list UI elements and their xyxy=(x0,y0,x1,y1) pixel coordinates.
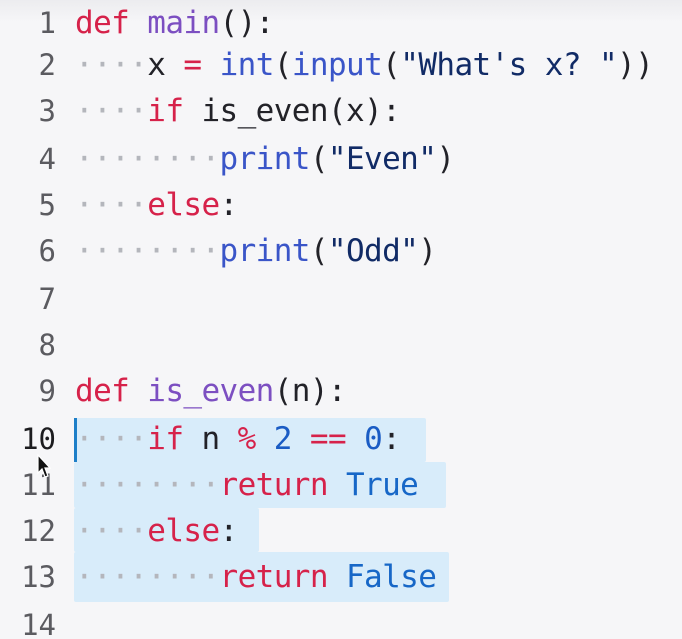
code-token: x xyxy=(147,47,184,83)
line-number: 12 xyxy=(21,514,56,548)
code-token: def xyxy=(75,373,130,409)
line-code: def is_even(n): xyxy=(75,368,347,414)
indent-whitespace-dots: ···· xyxy=(75,47,148,83)
code-token: ( xyxy=(382,47,401,83)
code-token: if xyxy=(147,93,184,129)
indent-whitespace-dots: ········ xyxy=(75,233,220,269)
code-token: )) xyxy=(617,47,654,83)
code-token: "Odd" xyxy=(327,233,419,269)
code-token: is_even(x): xyxy=(183,93,401,129)
code-line[interactable]: 13 ········return False xyxy=(0,554,682,600)
code-token: is_even xyxy=(147,373,274,409)
code-token: : xyxy=(219,513,239,549)
code-token: return xyxy=(219,467,329,503)
code-line[interactable]: 1 def main(): xyxy=(0,0,682,46)
code-line[interactable]: 2 ····x = int(input("What's x? ")) xyxy=(0,42,682,88)
code-token: main xyxy=(147,5,220,41)
line-code: ····if is_even(x): xyxy=(75,88,401,134)
indent-whitespace-dots: ···· xyxy=(75,187,148,223)
code-token: == xyxy=(309,421,347,457)
code-line[interactable]: 6 ········print("Odd") xyxy=(0,228,682,274)
line-code: ····else: xyxy=(75,182,238,228)
line-number: 14 xyxy=(21,608,56,639)
mouse-pointer-icon xyxy=(37,454,52,478)
code-token: ( xyxy=(309,141,329,177)
code-token: if xyxy=(147,421,184,457)
code-token: % xyxy=(237,421,257,457)
code-token: ( xyxy=(309,233,329,269)
code-token: (): xyxy=(219,5,275,41)
line-number: 8 xyxy=(38,328,56,362)
code-line[interactable]: 5 ····else: xyxy=(0,182,682,228)
code-line[interactable]: 11 ········return True xyxy=(0,462,682,508)
indent-whitespace-dots: ········ xyxy=(75,467,220,503)
indent-whitespace-dots: ···· xyxy=(75,93,148,129)
code-line[interactable]: 10 ····if n % 2 == 0: xyxy=(0,416,682,462)
indent-whitespace-dots: ········ xyxy=(75,141,220,177)
code-line[interactable]: 8 xyxy=(0,322,682,368)
line-code: ········print("Odd") xyxy=(75,228,437,274)
line-number: 4 xyxy=(38,142,56,176)
code-token: print xyxy=(219,233,311,269)
code-token: int xyxy=(219,47,275,83)
indent-whitespace-dots: ········ xyxy=(75,559,220,595)
code-token: : xyxy=(382,421,401,457)
code-token: n xyxy=(183,421,238,457)
code-line[interactable]: 7 xyxy=(0,276,682,322)
line-code: ····if n % 2 == 0: xyxy=(75,416,401,462)
line-number: 5 xyxy=(38,188,56,222)
code-editor[interactable]: 1 def main(): 2 ····x = int(input("What's x… xyxy=(0,0,682,639)
code-token: 2 xyxy=(273,421,293,457)
code-line[interactable]: 4 ········print("Even") xyxy=(0,136,682,182)
line-code: ····x = int(input("What's x? ")) xyxy=(75,42,654,88)
code-token: ) xyxy=(436,141,455,177)
line-number: 6 xyxy=(38,234,56,268)
code-token: "What's x? " xyxy=(400,47,618,83)
code-token: False xyxy=(345,559,437,595)
code-token: : xyxy=(219,187,239,223)
code-token: else xyxy=(147,513,220,549)
line-code: def main(): xyxy=(75,0,274,46)
code-token: else xyxy=(147,187,220,223)
code-token: (n): xyxy=(273,373,347,409)
line-code: ········return True xyxy=(75,462,419,508)
indent-whitespace-dots: ···· xyxy=(75,513,148,549)
code-token: print xyxy=(219,141,311,177)
code-token: input xyxy=(291,47,383,83)
code-line[interactable]: 9 def is_even(n): xyxy=(0,368,682,414)
line-number: 7 xyxy=(38,282,56,316)
line-number: 3 xyxy=(38,94,56,128)
code-token: "Even" xyxy=(327,141,437,177)
code-line[interactable]: 12 ····else: xyxy=(0,508,682,554)
line-code: ········print("Even") xyxy=(75,136,455,182)
line-code: ········return False xyxy=(75,554,437,600)
line-code: ····else: xyxy=(75,508,238,554)
indent-whitespace-dots: ···· xyxy=(75,421,148,457)
line-number: 13 xyxy=(21,560,56,594)
code-token: ) xyxy=(418,233,437,269)
line-number: 9 xyxy=(38,374,56,408)
code-token: return xyxy=(219,559,329,595)
code-token: def xyxy=(75,5,130,41)
code-token: = xyxy=(183,47,202,83)
code-token: 0 xyxy=(364,421,383,457)
code-token: True xyxy=(345,467,419,503)
line-number: 1 xyxy=(38,6,56,40)
text-caret xyxy=(74,418,77,462)
code-token: ( xyxy=(273,47,293,83)
code-line[interactable]: 3 ····if is_even(x): xyxy=(0,88,682,134)
code-line[interactable]: 14 xyxy=(0,602,682,639)
line-number: 2 xyxy=(38,48,56,82)
